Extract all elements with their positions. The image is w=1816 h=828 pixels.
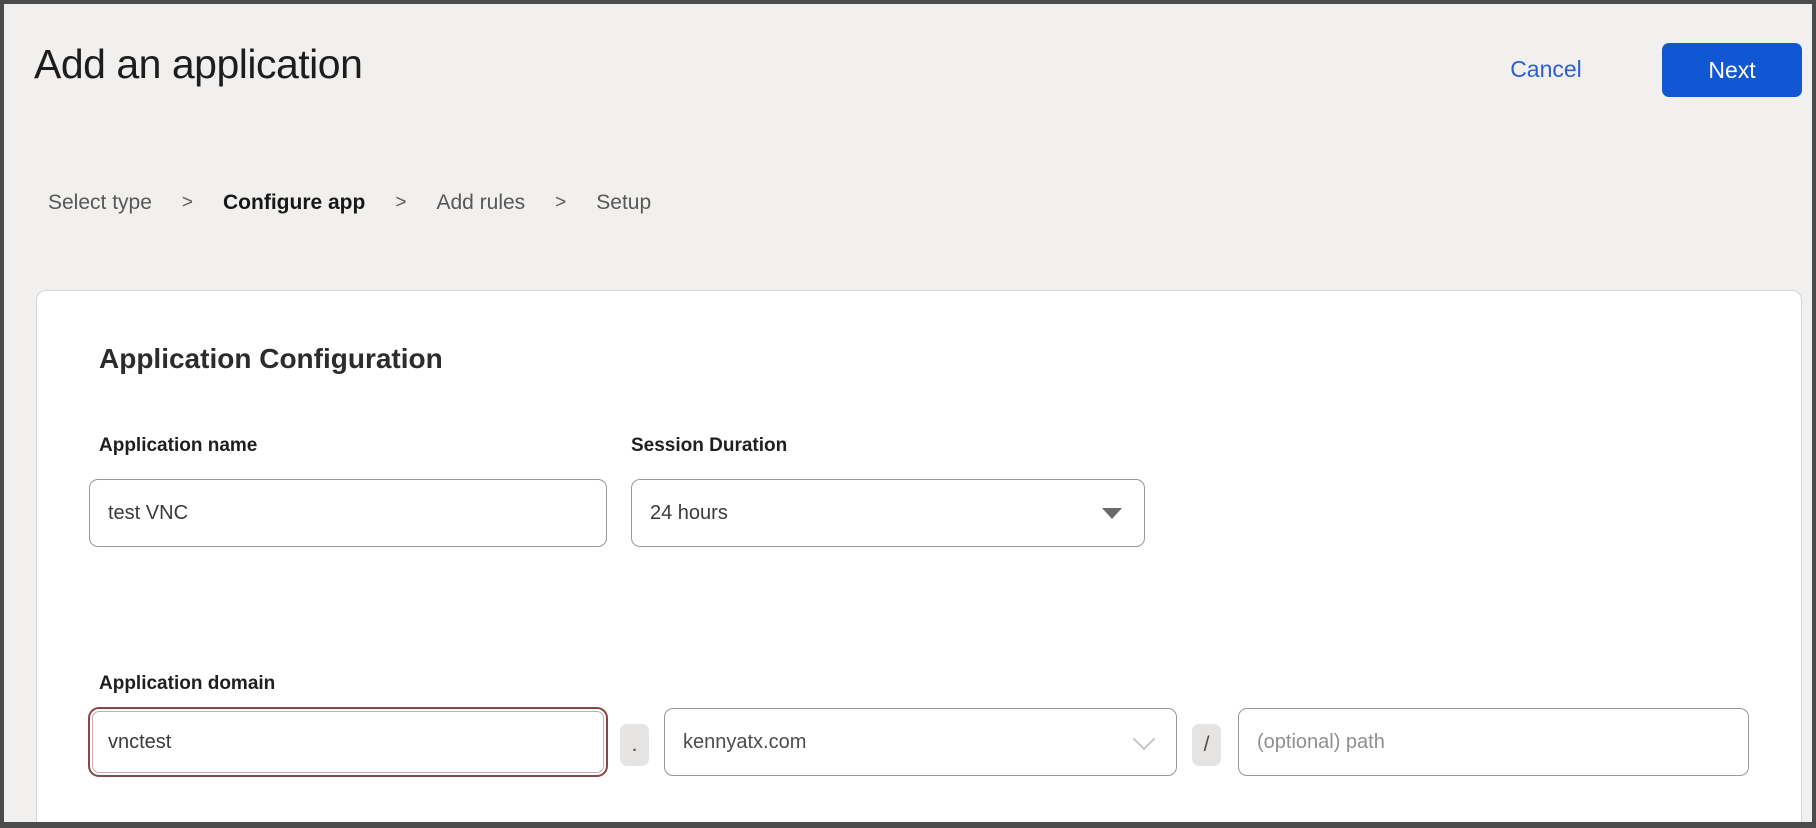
domain-select[interactable]: kennyatx.com bbox=[664, 708, 1177, 776]
step-configure-app[interactable]: Configure app bbox=[223, 191, 365, 215]
domain-select-value: kennyatx.com bbox=[683, 731, 806, 754]
breadcrumb: Select type > Configure app > Add rules … bbox=[48, 191, 651, 215]
subdomain-input[interactable] bbox=[89, 708, 607, 776]
step-setup[interactable]: Setup bbox=[596, 191, 651, 215]
step-add-rules[interactable]: Add rules bbox=[436, 191, 525, 215]
breadcrumb-separator: > bbox=[182, 192, 193, 214]
breadcrumb-separator: > bbox=[395, 192, 406, 214]
application-configuration-card: Application Configuration Application na… bbox=[36, 290, 1802, 828]
application-name-input[interactable] bbox=[89, 479, 607, 547]
caret-down-icon bbox=[1102, 508, 1122, 519]
section-title: Application Configuration bbox=[99, 343, 443, 375]
page-title: Add an application bbox=[34, 42, 362, 87]
breadcrumb-separator: > bbox=[555, 192, 566, 214]
slash-separator: / bbox=[1192, 724, 1221, 766]
cancel-button[interactable]: Cancel bbox=[1496, 56, 1596, 83]
session-duration-value: 24 hours bbox=[650, 502, 728, 525]
application-domain-label: Application domain bbox=[99, 673, 275, 695]
dot-separator: . bbox=[620, 724, 649, 766]
session-duration-label: Session Duration bbox=[631, 435, 787, 457]
step-select-type[interactable]: Select type bbox=[48, 191, 152, 215]
add-application-page: Add an application Cancel Next Select ty… bbox=[0, 0, 1816, 828]
session-duration-select[interactable]: 24 hours bbox=[631, 479, 1145, 547]
path-input[interactable] bbox=[1238, 708, 1749, 776]
chevron-down-icon bbox=[1133, 728, 1156, 751]
next-button[interactable]: Next bbox=[1662, 43, 1802, 97]
application-name-label: Application name bbox=[99, 435, 257, 457]
